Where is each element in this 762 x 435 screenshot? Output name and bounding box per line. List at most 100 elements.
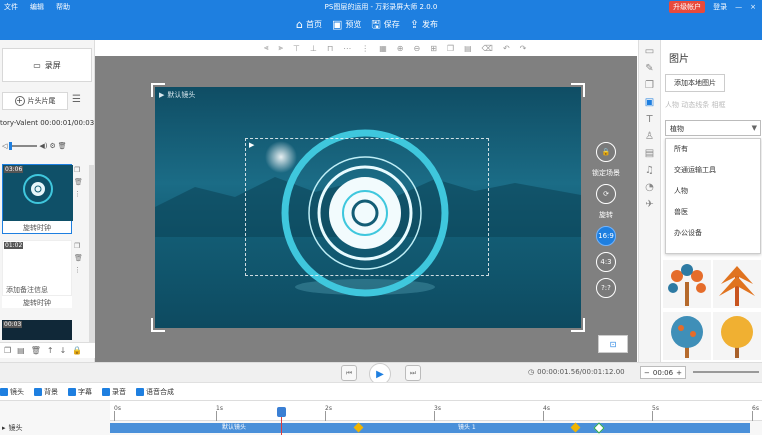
plane-icon[interactable]: ✈: [645, 199, 653, 210]
rotate-button[interactable]: ⟳: [596, 184, 616, 204]
list-icon[interactable]: ☰: [72, 94, 81, 105]
move-scene-icon[interactable]: ⋮: [74, 266, 82, 274]
chat-bubble-icon[interactable]: ▭: [645, 46, 654, 57]
delete-scene-icon[interactable]: 🗑: [74, 178, 83, 186]
zoom-out-icon[interactable]: ⊖: [413, 44, 420, 53]
move-down-icon[interactable]: ↓: [60, 346, 67, 355]
scene-note[interactable]: 添加备注信息: [6, 285, 48, 295]
tts-button[interactable]: 语音合成: [136, 387, 174, 397]
delete-icon[interactable]: ⌫: [482, 44, 493, 53]
preview-button[interactable]: ▣ 预览: [332, 19, 361, 30]
upgrade-button[interactable]: 升级帐户: [669, 1, 706, 13]
add-head-tail-button[interactable]: + 片头片尾: [2, 92, 68, 110]
align-bottom-icon[interactable]: ⊓: [327, 44, 333, 53]
camera-track-button[interactable]: 镜头: [0, 387, 24, 397]
tree-thumbnail[interactable]: [663, 260, 711, 308]
record-button[interactable]: ▭ 录屏: [2, 48, 92, 82]
keyframe-diamond[interactable]: [353, 422, 364, 433]
login-link[interactable]: 登录: [713, 2, 727, 12]
align-top-icon[interactable]: ⊤: [293, 44, 300, 53]
move-scene-icon[interactable]: ⋮: [74, 190, 82, 198]
stage[interactable]: ▶ 默认镜头 ▶: [155, 87, 581, 328]
image-search-input[interactable]: 人物 动态线条 相框: [665, 100, 725, 110]
lock-scene-button[interactable]: 🔒: [596, 142, 616, 162]
speaker-icon[interactable]: ◀): [39, 142, 47, 150]
playhead-handle[interactable]: [277, 407, 286, 417]
distribute-h-icon[interactable]: ⋯: [343, 44, 351, 53]
category-option[interactable]: 人物: [666, 181, 760, 202]
text-icon[interactable]: T: [646, 114, 652, 125]
volume-icon[interactable]: ◁: [2, 142, 7, 150]
publish-button[interactable]: ⇪ 发布: [410, 19, 438, 30]
scene-scrollbar[interactable]: [89, 165, 94, 355]
keyframe-diamond[interactable]: [570, 422, 581, 433]
category-select[interactable]: 植物 ▼: [665, 120, 761, 136]
folder-icon[interactable]: ▤: [645, 148, 654, 159]
copy-scene-icon[interactable]: ❐: [74, 242, 82, 250]
volume-slider[interactable]: [9, 142, 38, 150]
close-button[interactable]: ×: [750, 3, 756, 11]
align-center-icon[interactable]: ⫸: [279, 43, 284, 53]
move-up-icon[interactable]: ↑: [47, 346, 54, 355]
paste-icon[interactable]: ▤: [17, 346, 25, 355]
scene-thumbnail: 00:03: [2, 320, 72, 340]
category-option[interactable]: 办公设备: [666, 223, 760, 244]
camera-frame[interactable]: ▶: [245, 138, 489, 276]
time-ruler[interactable]: 0s 1s 2s 3s 4s 5s 6s: [110, 401, 762, 421]
time-step-input[interactable]: − 00:06 +: [640, 366, 686, 379]
step-minus-icon[interactable]: −: [644, 369, 650, 377]
redo-icon[interactable]: ↷: [520, 44, 527, 53]
zoom-in-icon[interactable]: ⊕: [397, 44, 404, 53]
record-audio-button[interactable]: 录音: [102, 387, 126, 397]
background-button[interactable]: 背景: [34, 387, 58, 397]
undo-icon[interactable]: ↶: [503, 44, 510, 53]
subtitle-button[interactable]: 字幕: [68, 387, 92, 397]
settings-icon[interactable]: ⚙: [50, 142, 56, 150]
lock-icon[interactable]: 🔒: [72, 346, 82, 355]
save-button[interactable]: 🖫 保存: [371, 19, 399, 30]
pen-icon[interactable]: ✎: [645, 63, 653, 74]
timeline[interactable]: 0s 1s 2s 3s 4s 5s 6s ▸ 镜头 默认镜头 镜头 1: [0, 400, 762, 435]
add-local-image-button[interactable]: 添加本地图片: [665, 74, 725, 92]
minimize-button[interactable]: —: [735, 3, 742, 11]
scene-caption: 旋转时钟: [23, 299, 51, 307]
tree-thumbnail[interactable]: [713, 260, 761, 308]
align-left-icon[interactable]: ⫷: [264, 43, 269, 53]
scene-item[interactable]: 01:02 添加备注信息 旋转时钟: [2, 240, 72, 308]
scene-item[interactable]: 00:03: [2, 320, 72, 340]
home-button[interactable]: ⌂ 首页: [296, 19, 322, 30]
next-frame-button[interactable]: ⏭: [405, 365, 421, 381]
special-effect-icon[interactable]: ◔: [645, 182, 654, 193]
category-option[interactable]: 交通运输工具: [666, 160, 760, 181]
ruler-tick: 5s: [652, 405, 659, 421]
fit-icon[interactable]: ⊞: [430, 44, 437, 53]
fit-screen-button[interactable]: ⊡: [598, 335, 628, 353]
copy-icon[interactable]: ❐: [4, 346, 11, 355]
music-icon[interactable]: ♫: [645, 165, 654, 176]
ratio-custom-button[interactable]: ?:?: [596, 278, 616, 298]
delete-scene-icon[interactable]: 🗑: [74, 254, 83, 262]
step-plus-icon[interactable]: +: [676, 369, 682, 377]
trash-icon[interactable]: 🗑: [58, 142, 67, 150]
distribute-v-icon[interactable]: ⋮: [361, 44, 369, 53]
category-option[interactable]: 所有: [666, 139, 760, 160]
tree-thumbnail[interactable]: [663, 312, 711, 360]
tree-thumbnail[interactable]: [713, 312, 761, 360]
align-middle-icon[interactable]: ⊥: [310, 44, 317, 53]
editor-canvas[interactable]: ▶ 默认镜头 ▶ 🔒 锁定场景 ⟳ 旋转 16:9 4:3 ?:? ⊡: [95, 56, 637, 362]
delete-icon[interactable]: 🗑: [31, 346, 41, 355]
scene-item[interactable]: 03:06 旋转时钟: [2, 164, 73, 234]
paste-icon[interactable]: ▤: [464, 44, 472, 53]
previous-frame-button[interactable]: ⏮: [341, 365, 357, 381]
copy-scene-icon[interactable]: ❐: [74, 166, 82, 174]
image-icon[interactable]: ▣: [645, 97, 654, 108]
timeline-zoom-slider[interactable]: [693, 371, 759, 373]
group-icon[interactable]: ▦: [379, 44, 387, 53]
figure-icon[interactable]: ♙: [645, 131, 654, 142]
ratio-16-9-button[interactable]: 16:9: [596, 226, 616, 246]
copy-icon[interactable]: ❐: [447, 44, 454, 53]
ratio-4-3-button[interactable]: 4:3: [596, 252, 616, 272]
camera-track[interactable]: 默认镜头 镜头 1: [110, 422, 750, 433]
shape-icon[interactable]: ❐: [645, 80, 654, 91]
category-option[interactable]: 兽医: [666, 202, 760, 223]
